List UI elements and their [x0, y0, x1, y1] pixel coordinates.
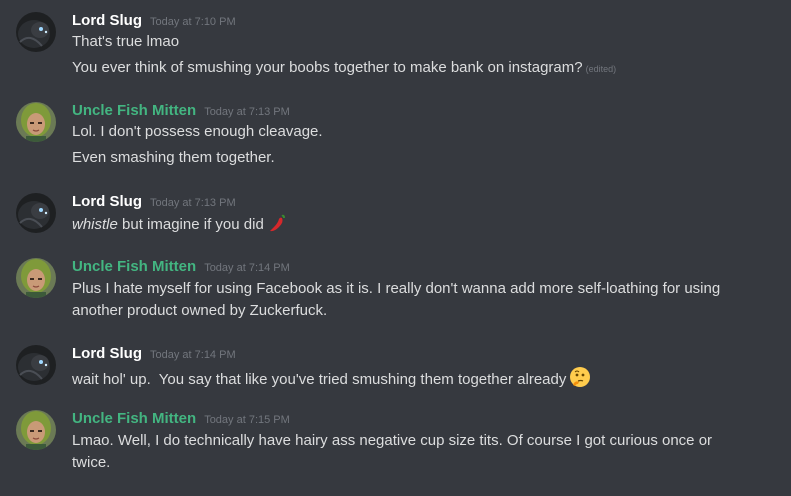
green-haired-avatar-icon — [16, 102, 56, 142]
message-text: Even smashing them together. — [72, 149, 275, 166]
message-text: You ever think of smushing your boobs to… — [72, 59, 617, 76]
timestamp[interactable]: Today at 7:14 PM — [150, 349, 236, 361]
edited-tag: (edited) — [585, 64, 617, 74]
dark-creature-avatar-icon — [16, 193, 56, 233]
italic-text: whistle — [72, 216, 118, 233]
timestamp[interactable]: Today at 7:13 PM — [204, 106, 290, 118]
username[interactable]: Uncle Fish Mitten — [72, 258, 196, 275]
message-header: Uncle Fish Mitten Today at 7:15 PM — [72, 410, 290, 432]
avatar-uncle-fish-mitten[interactable] — [16, 410, 56, 450]
message-header: Uncle Fish Mitten Today at 7:14 PM — [72, 258, 290, 280]
message-header: Lord Slug Today at 7:13 PM — [72, 193, 236, 215]
green-haired-avatar-icon — [16, 258, 56, 298]
message-text: wait hol' up. You say that like you've t… — [72, 366, 772, 394]
username[interactable]: Lord Slug — [72, 12, 142, 29]
green-haired-avatar-icon — [16, 410, 56, 450]
message-text: Lol. I don't possess enough cleavage. — [72, 123, 323, 140]
username[interactable]: Uncle Fish Mitten — [72, 410, 196, 427]
avatar-lord-slug[interactable] — [16, 345, 56, 385]
dark-creature-avatar-icon — [16, 345, 56, 385]
chat-messages: Lord Slug Today at 7:10 PM That's true lm… — [0, 0, 791, 496]
message-header: Lord Slug Today at 7:14 PM — [72, 345, 236, 367]
username[interactable]: Lord Slug — [72, 345, 142, 362]
message-text: That's true lmao — [72, 33, 180, 50]
timestamp[interactable]: Today at 7:14 PM — [204, 262, 290, 274]
message-text: whistle but imagine if you did — [72, 213, 772, 239]
timestamp[interactable]: Today at 7:13 PM — [150, 197, 236, 209]
avatar-uncle-fish-mitten[interactable] — [16, 102, 56, 142]
message-text: another product owned by Zuckerfuck. — [72, 302, 328, 319]
message-text: Plus I hate myself for using Facebook as… — [72, 280, 721, 297]
username[interactable]: Uncle Fish Mitten — [72, 102, 196, 119]
timestamp[interactable]: Today at 7:15 PM — [204, 414, 290, 426]
avatar-lord-slug[interactable] — [16, 12, 56, 52]
hot-pepper-emoji-icon[interactable] — [267, 213, 287, 239]
username[interactable]: Lord Slug — [72, 193, 142, 210]
message-text: twice. — [72, 454, 111, 471]
timestamp[interactable]: Today at 7:10 PM — [150, 16, 236, 28]
thinking-face-emoji-icon[interactable] — [569, 366, 591, 394]
dark-creature-avatar-icon — [16, 12, 56, 52]
avatar-lord-slug[interactable] — [16, 193, 56, 233]
avatar-uncle-fish-mitten[interactable] — [16, 258, 56, 298]
message-text: Lmao. Well, I do technically have hairy … — [72, 432, 713, 449]
